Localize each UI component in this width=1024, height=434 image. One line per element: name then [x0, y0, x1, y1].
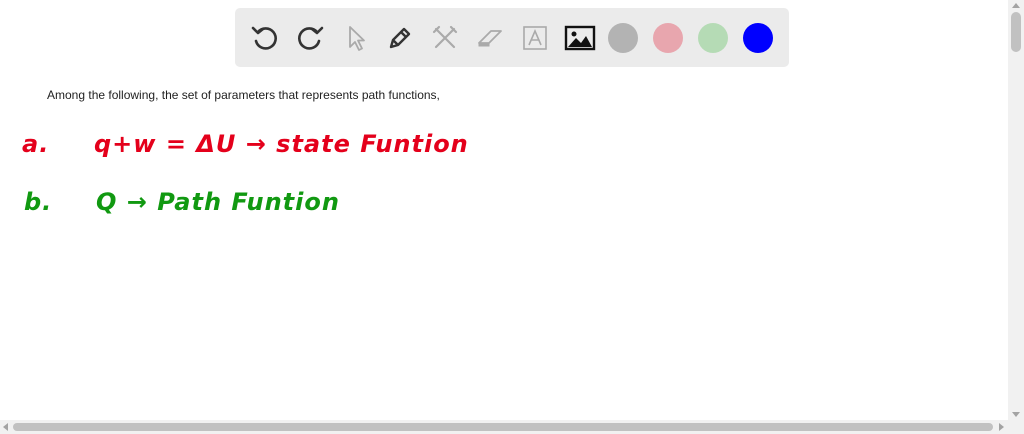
- vertical-scrollbar[interactable]: [1008, 0, 1024, 420]
- answer-line-b: b. Q → Path Funtion: [24, 188, 340, 216]
- tools-button[interactable]: [428, 21, 462, 55]
- scroll-right-icon[interactable]: [999, 423, 1004, 431]
- color-swatch-pink[interactable]: [653, 22, 683, 53]
- horizontal-scrollbar[interactable]: [0, 420, 1024, 434]
- eraser-icon: [478, 29, 502, 46]
- select-button[interactable]: [338, 21, 372, 55]
- scroll-up-icon[interactable]: [1012, 3, 1020, 8]
- answer-line-a: a. q+w = ΔU → state Funtion: [22, 130, 469, 158]
- answer-b-label: b.: [24, 188, 53, 216]
- pen-icon: [389, 27, 411, 48]
- eraser-button[interactable]: [473, 21, 507, 55]
- color-swatch-blue[interactable]: [743, 22, 773, 53]
- select-pointer-icon: [349, 25, 365, 51]
- undo-button[interactable]: [248, 21, 282, 55]
- answer-b-text: Q → Path Funtion: [96, 188, 340, 216]
- text-button[interactable]: [518, 21, 552, 55]
- color-swatch-green[interactable]: [698, 22, 728, 53]
- image-button[interactable]: [563, 21, 597, 55]
- horizontal-scroll-thumb[interactable]: [13, 423, 993, 431]
- color-swatch-gray[interactable]: [608, 22, 638, 53]
- answer-a-label: a.: [22, 130, 50, 158]
- redo-icon: [298, 26, 324, 50]
- drawing-toolbar: [235, 8, 789, 67]
- pen-button[interactable]: [383, 21, 417, 55]
- tools-icon: [432, 25, 458, 48]
- image-icon: [564, 25, 596, 50]
- text-icon: [523, 25, 547, 50]
- question-prompt: Among the following, the set of paramete…: [47, 88, 440, 102]
- vertical-scroll-thumb[interactable]: [1011, 12, 1021, 52]
- scroll-down-icon[interactable]: [1012, 412, 1020, 417]
- redo-button[interactable]: [293, 21, 327, 55]
- scroll-left-icon[interactable]: [3, 423, 8, 431]
- answer-a-text: q+w = ΔU → state Funtion: [94, 130, 469, 158]
- undo-icon: [251, 26, 277, 50]
